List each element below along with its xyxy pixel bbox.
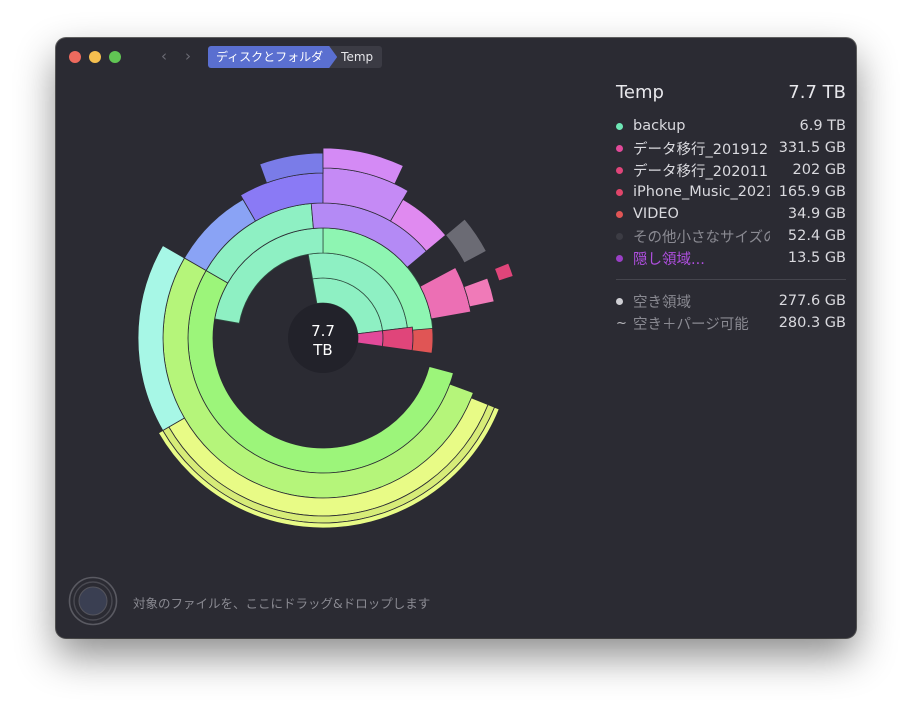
item-size: 34.9 GB xyxy=(787,206,846,222)
item-name: backup xyxy=(633,118,686,134)
list-item-hidden-space[interactable]: 隠し領域... 13.5 GB xyxy=(616,247,846,269)
color-dot-icon xyxy=(616,188,623,196)
color-dot-icon xyxy=(616,166,623,174)
sunburst-segment[interactable] xyxy=(381,326,414,351)
panel-total: 7.7 TB xyxy=(788,82,846,103)
free-space-dot-icon xyxy=(616,297,623,305)
drop-target-icon[interactable] xyxy=(68,576,118,626)
info-panel: Temp 7.7 TB backup 6.9 TB データ移行_201912 3… xyxy=(616,82,846,334)
item-size: 202 GB xyxy=(792,162,846,178)
sunburst-segment[interactable] xyxy=(494,262,514,282)
color-dot-icon xyxy=(616,210,623,218)
item-size: 13.5 GB xyxy=(787,250,846,266)
item-size: 165.9 GB xyxy=(778,184,846,200)
color-dot-icon xyxy=(616,122,623,130)
item-name: データ移行_201912 xyxy=(633,141,769,158)
tilde-icon: ~ xyxy=(616,315,627,331)
item-size: 331.5 GB xyxy=(778,140,846,156)
center-total-unit: TB xyxy=(313,341,333,359)
item-size: 6.9 TB xyxy=(799,118,846,134)
app-window: ‹ › ディスクとフォルダ Temp 7.7 TB Temp 7.7 TB ba… xyxy=(56,38,856,638)
sunburst-segment[interactable] xyxy=(463,277,495,308)
item-name: データ移行_202011 xyxy=(633,163,769,180)
sunburst-segment[interactable] xyxy=(445,218,487,264)
item-name: VIDEO xyxy=(633,206,679,222)
drop-hint: 対象のファイルを、ここにドラッグ&ドロップします xyxy=(133,596,431,611)
list-item[interactable]: backup 6.9 TB xyxy=(616,115,846,137)
item-name: その他小さなサイズの xyxy=(633,229,770,246)
list-item[interactable]: VIDEO 34.9 GB xyxy=(616,203,846,225)
color-dot-icon xyxy=(616,232,623,240)
color-dot-icon xyxy=(616,144,623,152)
panel-header: Temp 7.7 TB xyxy=(616,82,846,103)
panel-title: Temp xyxy=(616,82,664,103)
list-item[interactable]: iPhone_Music_2021 165.9 GB xyxy=(616,181,846,203)
free-space-row: 空き領域 277.6 GB xyxy=(616,290,846,312)
item-name: iPhone_Music_2021 xyxy=(633,184,770,200)
free-space-value: 277.6 GB xyxy=(778,293,846,309)
center-total-label: 7.7 TB xyxy=(289,322,357,360)
item-name: 隠し領域... xyxy=(633,251,705,268)
list-item[interactable]: データ移行_201912 331.5 GB xyxy=(616,137,846,159)
list-item[interactable]: データ移行_202011 202 GB xyxy=(616,159,846,181)
center-total-value: 7.7 xyxy=(311,322,335,340)
list-item-small-files[interactable]: その他小さなサイズの 52.4 GB xyxy=(616,225,846,247)
purgeable-space-label: 空き＋パージ可能 xyxy=(633,316,749,333)
sunburst-segment[interactable] xyxy=(411,327,434,354)
purgeable-space-value: 280.3 GB xyxy=(778,315,846,331)
color-dot-icon xyxy=(616,254,623,262)
free-space-label: 空き領域 xyxy=(633,294,691,311)
item-size: 52.4 GB xyxy=(787,228,846,244)
sunburst-segment[interactable] xyxy=(357,330,384,347)
purgeable-space-row: ~ 空き＋パージ可能 280.3 GB xyxy=(616,312,846,334)
divider xyxy=(616,279,846,280)
